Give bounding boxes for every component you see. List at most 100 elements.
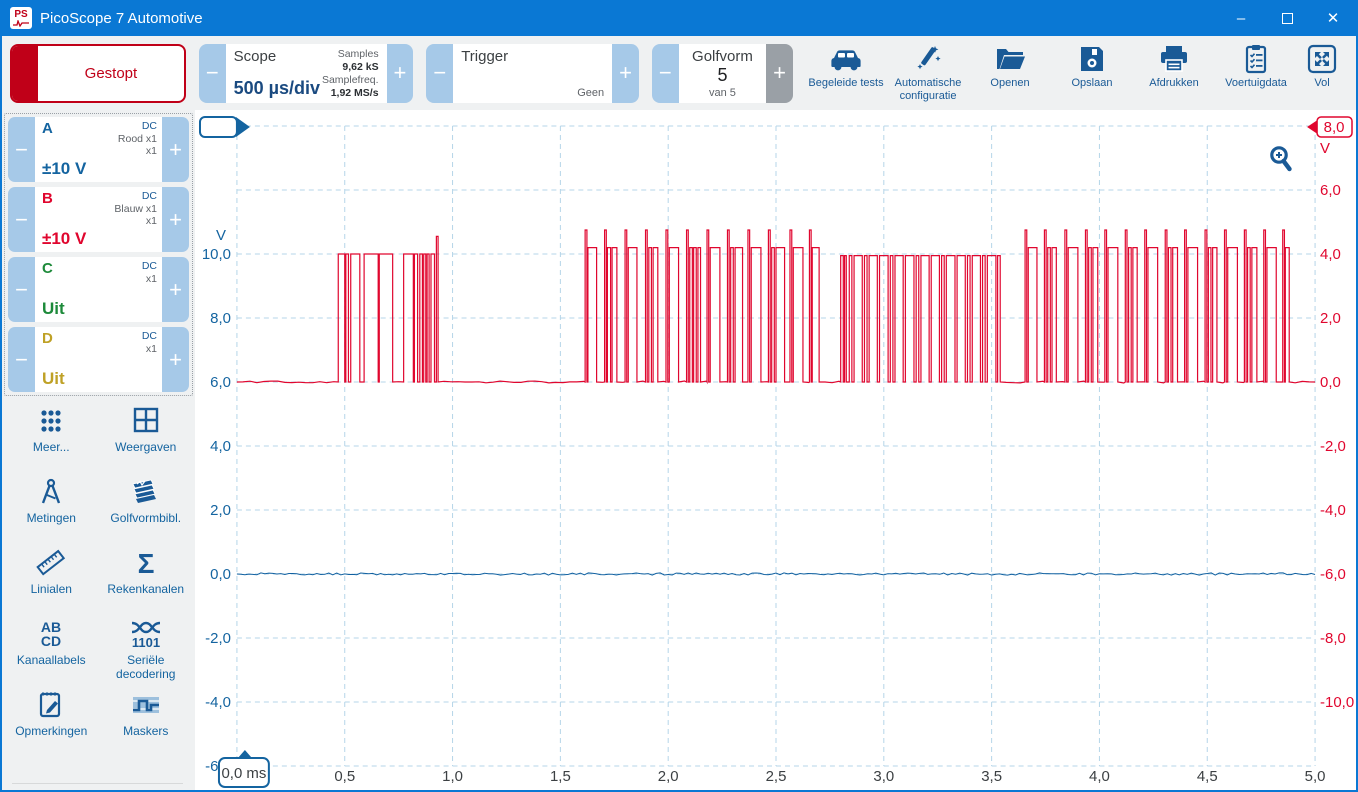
svg-text:2,5: 2,5 <box>766 768 787 785</box>
start-stop-button[interactable]: Gestopt <box>10 44 186 103</box>
rulers-button[interactable]: Linialen <box>4 546 99 617</box>
scope-view[interactable]: 10,08,06,04,02,00,0-2,0-4,0-6,0V6,04,02,… <box>195 110 1356 790</box>
notes-icon <box>33 688 69 722</box>
svg-text:4,0: 4,0 <box>1320 246 1341 263</box>
waveform-panel: − Golfvorm 5 van 5 + <box>652 44 793 103</box>
channel-c-scale: x1 <box>142 273 157 286</box>
more-button[interactable]: Meer... <box>4 404 99 475</box>
views-button[interactable]: Weergaven <box>99 404 194 475</box>
maximize-icon <box>1282 13 1293 24</box>
channel-b-letter: B <box>42 190 53 207</box>
rulers-icon <box>33 546 69 580</box>
svg-text:-2,0: -2,0 <box>205 630 231 647</box>
print-label: Afdrukken <box>1149 77 1199 90</box>
samples-value: 9,62 kS <box>322 61 379 74</box>
auto-setup-button[interactable]: Automatische configuratie <box>888 42 968 104</box>
window-title: PicoScope 7 Automotive <box>40 10 203 27</box>
logo-waveform-icon <box>13 20 29 27</box>
math-channels-label: Rekenkanalen <box>107 582 184 596</box>
channel-b-range: ±10 V <box>42 229 86 249</box>
svg-text:2,0: 2,0 <box>658 768 679 785</box>
serial-decoding-button[interactable]: 1101 Seriële decodering <box>99 617 194 688</box>
svg-text:4,5: 4,5 <box>1197 768 1218 785</box>
svg-text:0,5: 0,5 <box>334 768 355 785</box>
channel-b-coupling: DC <box>114 190 157 203</box>
waveform-next-button[interactable]: + <box>766 44 793 103</box>
open-label: Openen <box>990 77 1029 90</box>
trigger-panel: − Trigger Geen + <box>426 44 639 103</box>
trigger-decrease-button[interactable]: − <box>426 44 453 103</box>
svg-text:Σ: Σ <box>137 548 154 579</box>
channel-c-increase-button[interactable]: + <box>162 257 189 322</box>
samplerate-label: Samplefreq. <box>322 74 379 87</box>
trigger-title: Trigger <box>461 48 604 65</box>
svg-text:4,0: 4,0 <box>210 438 231 455</box>
serial-decoding-icon: 1101 <box>128 617 164 651</box>
timebase-increase-button[interactable]: + <box>387 44 414 103</box>
svg-text:-2,0: -2,0 <box>1320 438 1346 455</box>
save-button[interactable]: Opslaan <box>1052 42 1132 104</box>
svg-text:-4,0: -4,0 <box>1320 502 1346 519</box>
grid-dots-icon <box>33 404 69 438</box>
scope-panel-body[interactable]: Scope 500 µs/div Samples 9,62 kS Samplef… <box>226 44 387 103</box>
trigger-panel-body[interactable]: Trigger Geen <box>453 44 612 103</box>
math-channels-button[interactable]: Σ Rekenkanalen <box>99 546 194 617</box>
channel-a-increase-button[interactable]: + <box>162 117 189 182</box>
auto-setup-label: Automatische configuratie <box>888 77 968 102</box>
channel-d-increase-button[interactable]: + <box>162 327 189 392</box>
stop-label: Gestopt <box>38 65 184 82</box>
channel-a-coupling: DC <box>118 120 157 133</box>
close-button[interactable]: ✕ <box>1310 0 1356 36</box>
views-label: Weergaven <box>115 440 176 454</box>
channel-a-decrease-button[interactable]: − <box>8 117 35 182</box>
channel-b-decrease-button[interactable]: − <box>8 187 35 252</box>
channel-c-letter: C <box>42 260 53 277</box>
trigger-mode: Geen <box>577 87 604 99</box>
waveform-prev-button[interactable]: − <box>652 44 679 103</box>
channel-b-card[interactable]: − B DC Blauw x1 x1 ±10 V + <box>8 187 189 252</box>
channel-c-range: Uit <box>42 299 65 319</box>
sidebar-divider <box>12 783 183 784</box>
waveform-title: Golfvorm <box>692 48 753 65</box>
masks-label: Maskers <box>123 724 168 738</box>
svg-text:0,0: 0,0 <box>210 566 231 583</box>
channel-c-card[interactable]: − C DC x1 Uit + <box>8 257 189 322</box>
scope-plot[interactable]: 10,08,06,04,02,00,0-2,0-4,0-6,0V6,04,02,… <box>195 110 1356 790</box>
channel-d-card[interactable]: − D DC x1 Uit + <box>8 327 189 392</box>
notes-label: Opmerkingen <box>15 724 87 738</box>
channel-c-decrease-button[interactable]: − <box>8 257 35 322</box>
waveform-panel-body[interactable]: Golfvorm 5 van 5 <box>679 44 766 103</box>
svg-text:2,0: 2,0 <box>1320 310 1341 327</box>
trigger-increase-button[interactable]: + <box>612 44 639 103</box>
serial-decoding-label: Seriële decodering <box>99 653 194 682</box>
open-button[interactable]: Openen <box>970 42 1050 104</box>
channel-labels-button[interactable]: AB CD Kanaallabels <box>4 617 99 688</box>
fullscreen-label: Vol <box>1314 77 1329 90</box>
guided-tests-button[interactable]: Begeleide tests <box>806 42 886 104</box>
timebase-decrease-button[interactable]: − <box>199 44 226 103</box>
print-button[interactable]: Afdrukken <box>1134 42 1214 104</box>
minimize-button[interactable]: – <box>1218 0 1264 36</box>
svg-text:8,0: 8,0 <box>210 310 231 327</box>
fullscreen-icon <box>1306 44 1338 74</box>
measurements-button[interactable]: Metingen <box>4 475 99 546</box>
notes-button[interactable]: Opmerkingen <box>4 688 99 759</box>
save-label: Opslaan <box>1072 77 1113 90</box>
fullscreen-button[interactable]: Vol <box>1298 42 1346 104</box>
channel-d-coupling: DC <box>142 330 157 343</box>
save-icon <box>1076 44 1108 74</box>
channel-d-decrease-button[interactable]: − <box>8 327 35 392</box>
waveform-library-button[interactable]: Golfvormbibl. <box>99 475 194 546</box>
svg-text:5,0: 5,0 <box>1305 768 1326 785</box>
channel-b-increase-button[interactable]: + <box>162 187 189 252</box>
channel-a-letter: A <box>42 120 53 137</box>
channel-a-card[interactable]: − A DC Rood x1 x1 ±10 V + <box>8 117 189 182</box>
vehicle-data-button[interactable]: Voertuigdata <box>1216 42 1296 104</box>
svg-text:2,0: 2,0 <box>210 502 231 519</box>
zoom-overview-button[interactable] <box>1267 145 1295 175</box>
masks-button[interactable]: Maskers <box>99 688 194 759</box>
vehicle-data-label: Voertuigdata <box>1225 77 1287 90</box>
maximize-button[interactable] <box>1264 0 1310 36</box>
measurements-icon <box>33 475 69 509</box>
svg-text:3,0: 3,0 <box>873 768 894 785</box>
